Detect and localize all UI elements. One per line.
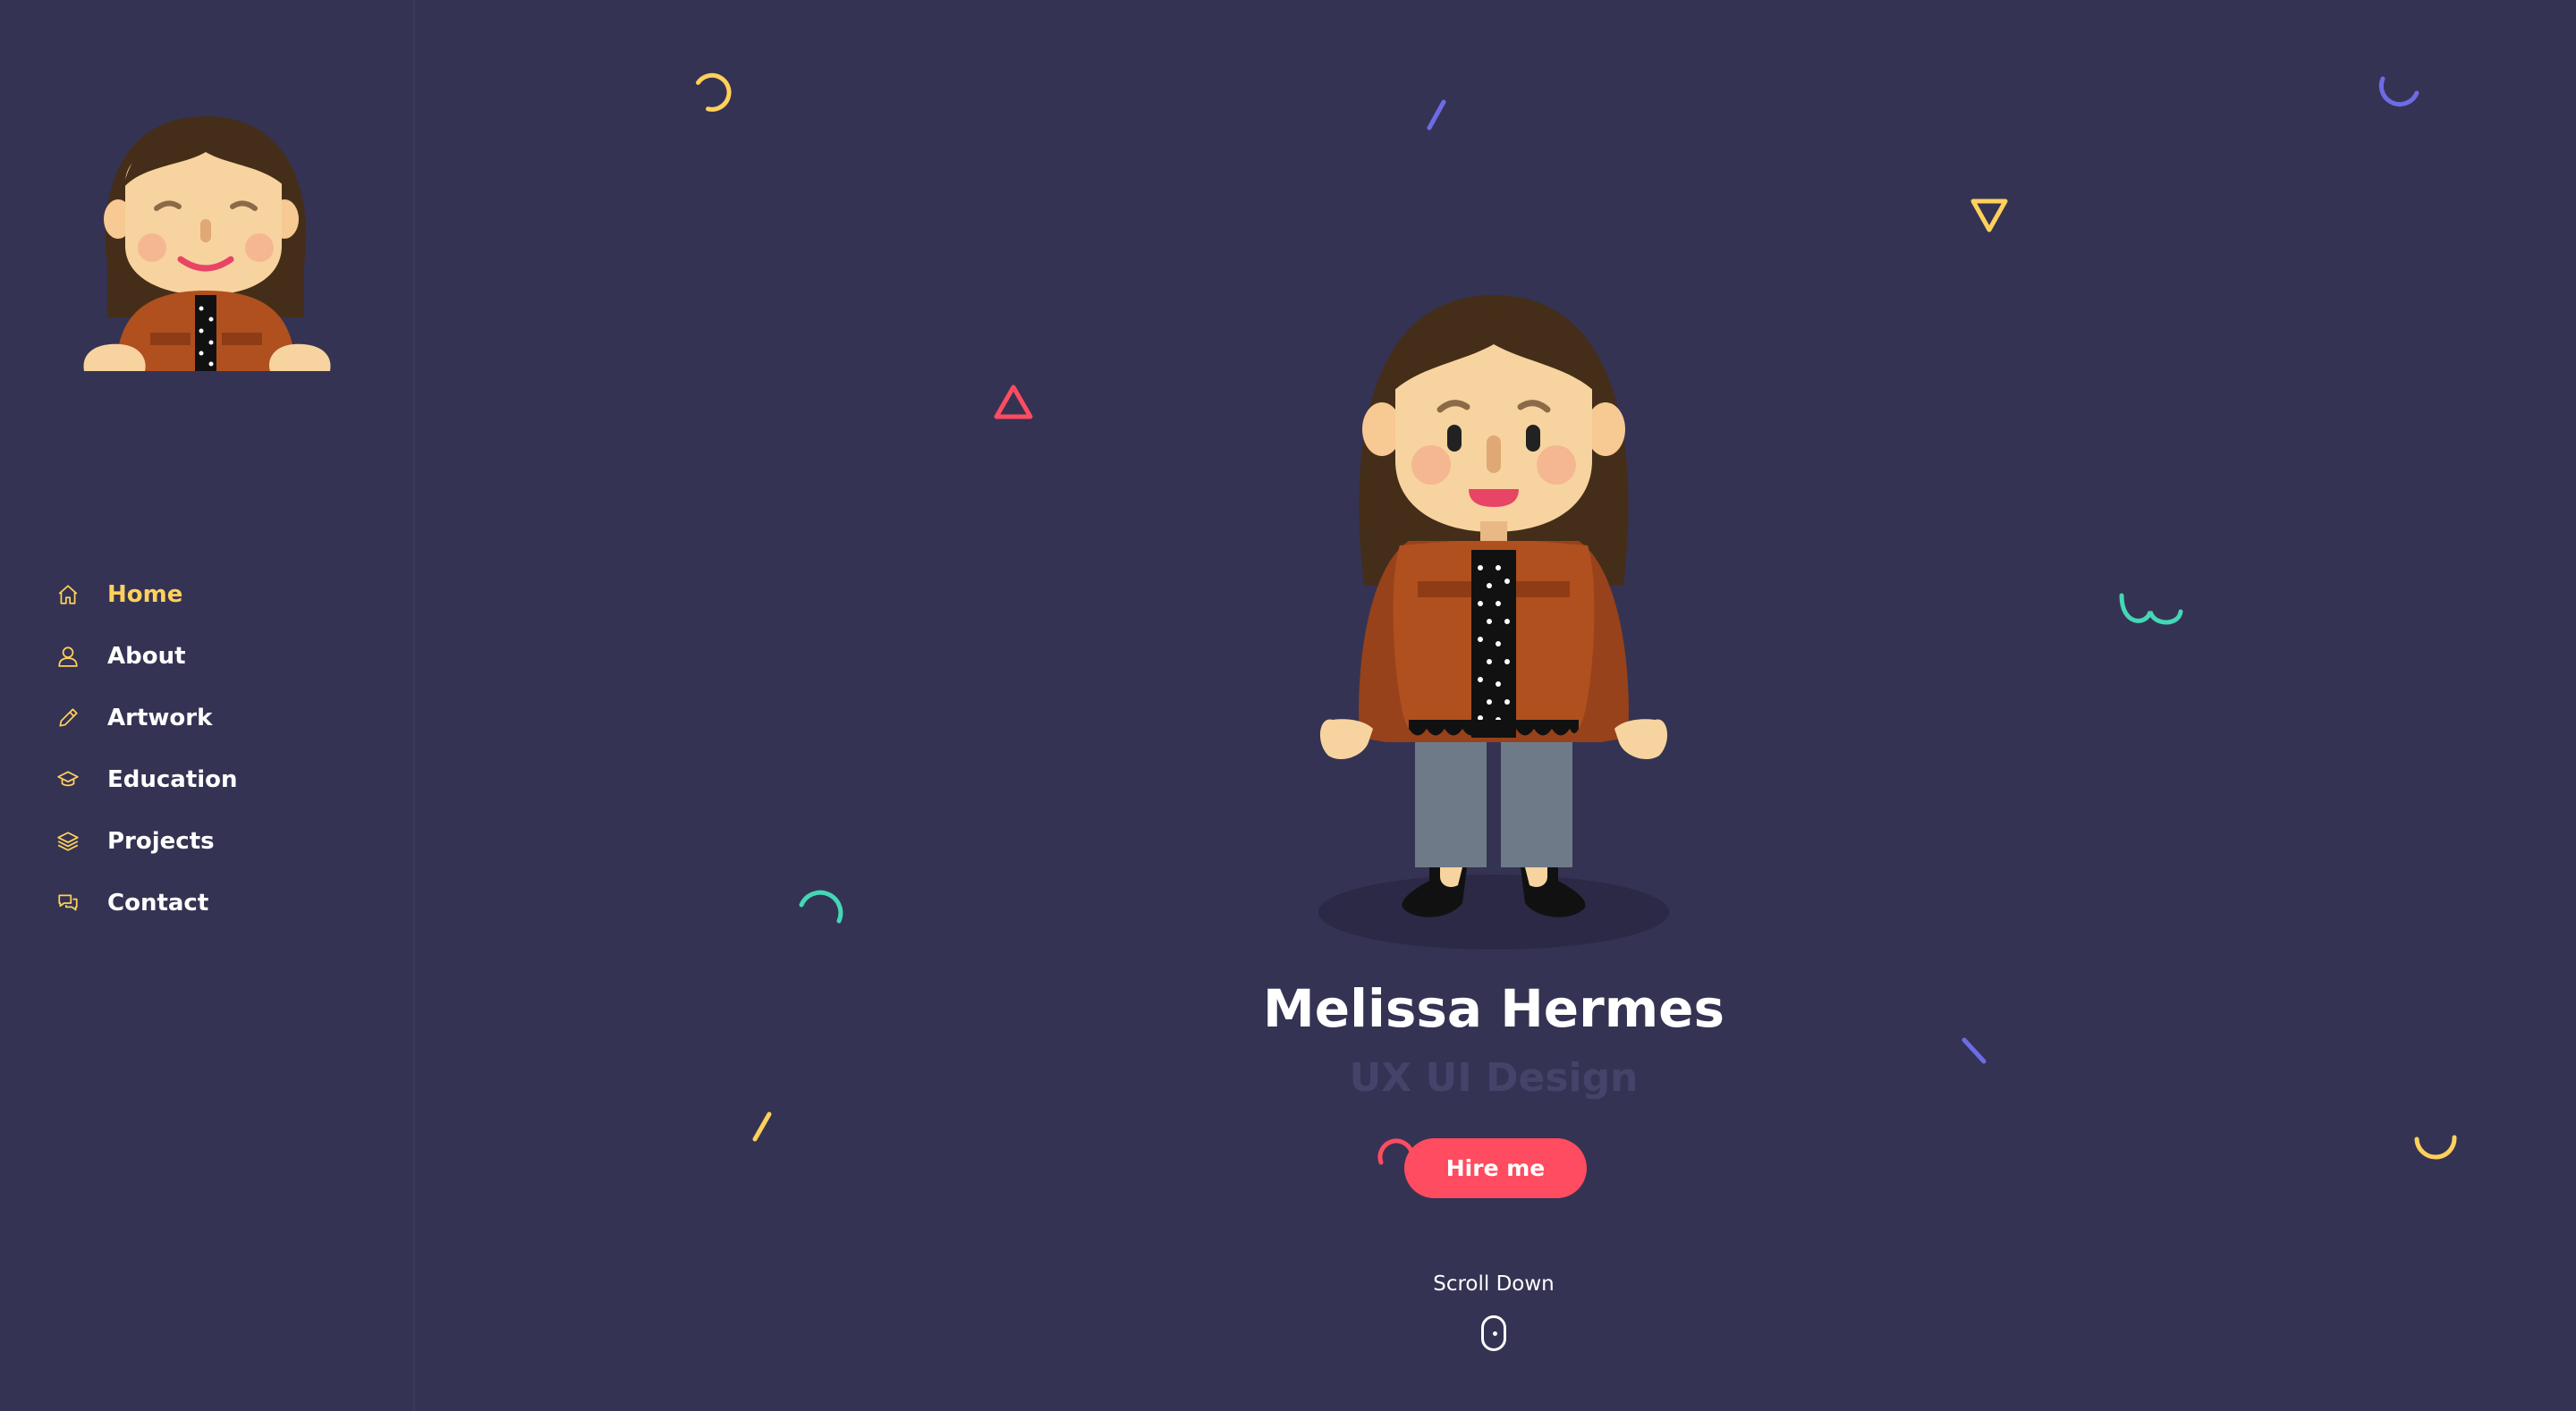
sidebar: Home About Artwork Education Projects Co… (0, 0, 415, 1411)
user-icon (55, 644, 80, 669)
nav-label-about: About (107, 642, 186, 670)
pencil-icon (55, 706, 80, 731)
nav-item-artwork[interactable]: Artwork (55, 687, 238, 748)
hero-avatar-illustration (1318, 295, 1669, 950)
layers-icon (55, 829, 80, 854)
graduation-cap-icon (55, 767, 80, 792)
hire-me-button[interactable]: Hire me (1404, 1138, 1587, 1198)
nav-label-contact: Contact (107, 889, 209, 917)
nav-label-home: Home (107, 580, 183, 608)
sidebar-avatar[interactable] (80, 112, 335, 371)
nav-label-education: Education (107, 765, 238, 793)
hero-role: UX UI Design (1349, 1055, 1639, 1101)
mouse-wheel-dot (1493, 1331, 1497, 1336)
hero-name: Melissa Hermes (1263, 978, 1724, 1039)
nav-item-about[interactable]: About (55, 625, 238, 687)
nav-item-education[interactable]: Education (55, 748, 238, 810)
nav-label-artwork: Artwork (107, 704, 213, 731)
home-icon (55, 582, 80, 607)
nav-item-home[interactable]: Home (55, 563, 238, 625)
scroll-down-label[interactable]: Scroll Down (1360, 1272, 1628, 1296)
chat-bubbles-icon (55, 891, 80, 916)
main-nav: Home About Artwork Education Projects Co… (55, 563, 238, 934)
nav-item-projects[interactable]: Projects (55, 810, 238, 872)
nav-item-contact[interactable]: Contact (55, 872, 238, 934)
mouse-scroll-icon[interactable] (1481, 1315, 1506, 1351)
nav-label-projects: Projects (107, 827, 215, 855)
